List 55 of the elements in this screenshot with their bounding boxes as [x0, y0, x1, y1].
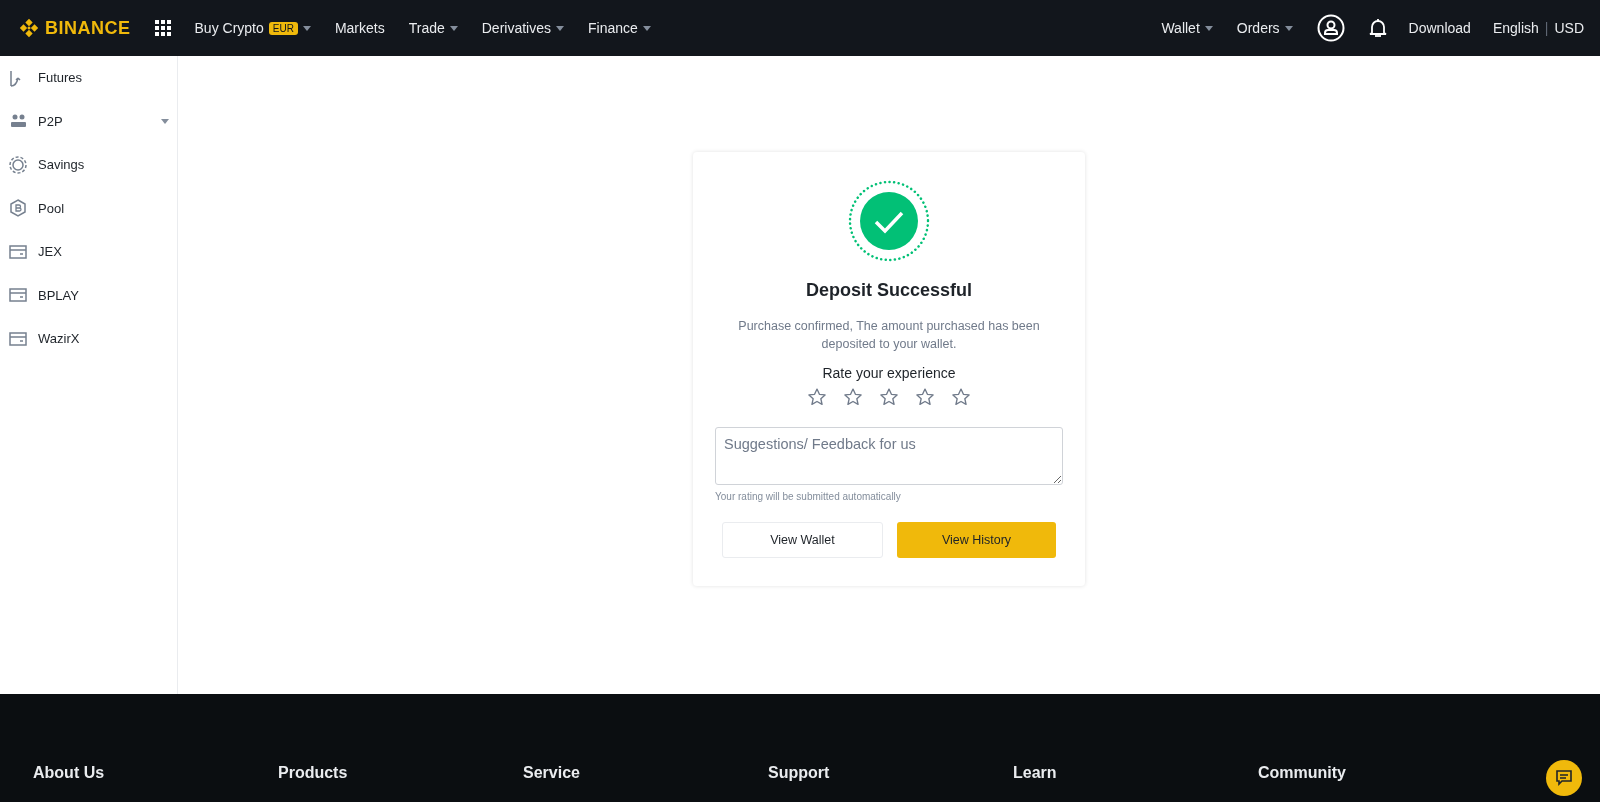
nav-link[interactable]: Finance — [588, 20, 651, 36]
sidebar-item[interactable]: Savings — [0, 143, 177, 187]
chat-icon — [1556, 770, 1572, 786]
caret-icon — [1204, 25, 1213, 31]
success-check-icon — [848, 180, 930, 262]
nav-link[interactable]: Wallet — [1161, 20, 1213, 36]
star-icon[interactable] — [807, 387, 827, 407]
nav-link[interactable]: Derivatives — [481, 20, 564, 36]
star-icon[interactable] — [879, 387, 899, 407]
nav-link[interactable]: Orders — [1236, 20, 1293, 36]
caret-icon — [642, 25, 651, 31]
star-rating[interactable] — [807, 387, 971, 407]
star-icon[interactable] — [843, 387, 863, 407]
sidebar-item[interactable]: P2P — [0, 99, 177, 143]
nav-link[interactable]: Trade — [408, 20, 458, 36]
footer-heading: Community — [1258, 764, 1347, 782]
logo[interactable]: BINANCE — [18, 17, 131, 39]
currency-badge: EUR — [268, 21, 298, 35]
hexagon-coin-icon — [8, 198, 28, 219]
user-avatar-icon[interactable] — [1316, 14, 1345, 42]
caret-icon — [1284, 25, 1293, 31]
app-grid-icon[interactable] — [154, 20, 171, 36]
caret-icon — [302, 25, 311, 31]
separator: | — [1544, 20, 1549, 36]
footer-heading: Service — [523, 764, 581, 782]
caret-icon — [449, 25, 458, 31]
primary-button[interactable]: View History — [897, 522, 1056, 558]
nav-link[interactable]: Markets — [334, 20, 385, 36]
sidebar-item[interactable]: JEX — [0, 230, 177, 274]
download-link[interactable]: Download — [1408, 20, 1471, 36]
footer-heading: Products — [278, 764, 349, 782]
feedback-field[interactable]: Suggestions/ Feedback for us — [715, 427, 1063, 485]
card-title: Deposit Successful — [805, 280, 973, 301]
diamond-logo-icon — [18, 17, 40, 39]
language-link[interactable]: English — [1492, 20, 1539, 36]
caret-icon — [161, 118, 169, 124]
rating-hint: Your rating will be submitted automatically — [715, 491, 901, 502]
currency-link[interactable]: USD — [1554, 20, 1584, 36]
notification-bell-icon[interactable] — [1368, 18, 1387, 38]
sidebar-item[interactable]: BPLAY — [0, 273, 177, 317]
nav-link[interactable]: Buy Crypto EUR — [194, 20, 311, 36]
star-icon[interactable] — [951, 387, 971, 407]
rating-prompt: Rate your experience — [822, 365, 956, 381]
sidebar-item[interactable]: Pool — [0, 186, 177, 230]
chat-button[interactable] — [1546, 760, 1582, 796]
coin-icon — [8, 154, 28, 175]
caret-icon — [556, 25, 564, 31]
footer-heading: About Us — [33, 764, 106, 782]
star-icon[interactable] — [915, 387, 935, 407]
footer-heading: Learn — [1013, 764, 1058, 782]
secondary-button[interactable]: View Wallet — [722, 522, 883, 558]
footer-heading: Support — [768, 764, 831, 782]
sidebar-item[interactable]: WazirX — [0, 317, 177, 361]
confirmation-message: Purchase confirmed, The amount purchased has been deposited to your wallet. — [737, 318, 1041, 353]
sidebar-item[interactable]: Futures — [0, 56, 177, 100]
